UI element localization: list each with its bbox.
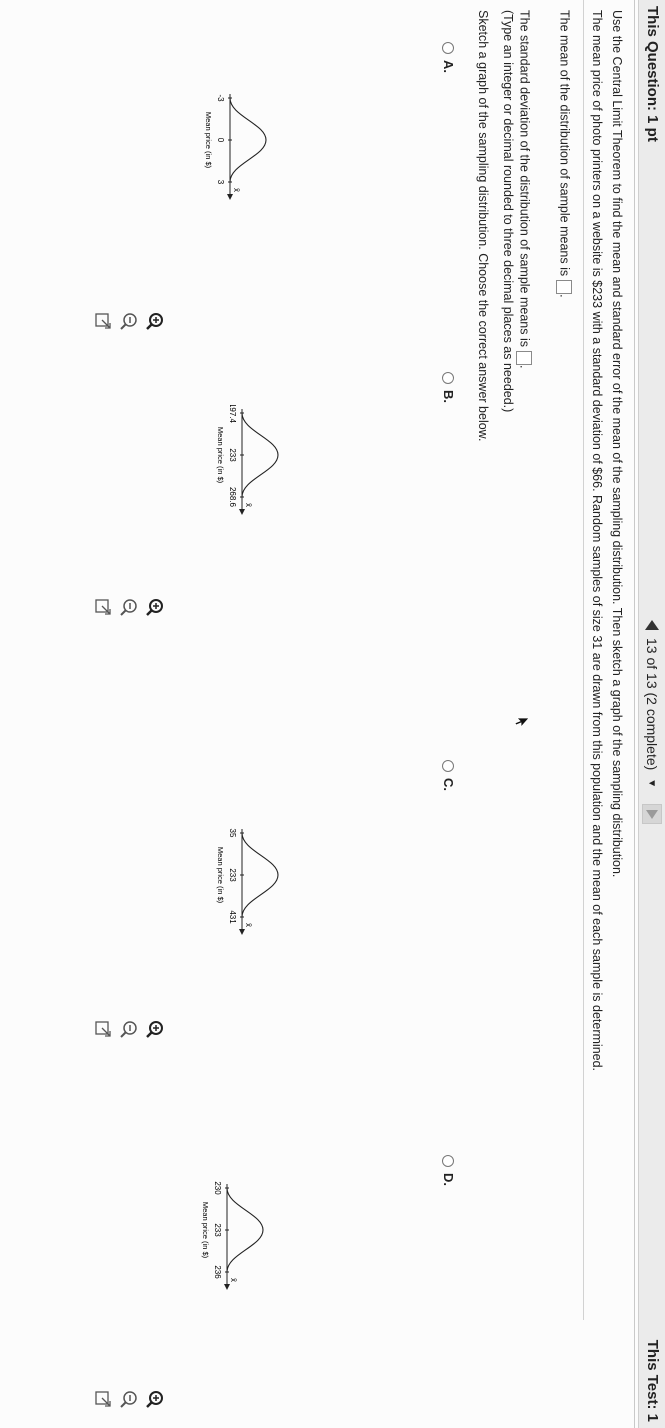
zoom-in-icon[interactable] — [146, 312, 164, 330]
test-points: This Test: 1 — [644, 1339, 661, 1422]
next-button[interactable] — [642, 804, 662, 825]
zoom-out-icon[interactable] — [120, 1020, 138, 1038]
tick-label: 236 — [213, 1265, 222, 1279]
normal-curve — [241, 412, 279, 498]
tick-label: 233 — [228, 448, 237, 462]
axis-arrow-icon — [227, 194, 233, 200]
axis-label: Mean price (in $) — [201, 1202, 210, 1259]
zoom-in-icon[interactable] — [146, 598, 164, 616]
tick-label: 3 — [216, 180, 225, 185]
question-points: This Question: 1 pt — [644, 6, 661, 142]
popout-icon[interactable] — [94, 312, 112, 330]
sketch-prompt: Sketch a graph of the sampling distribut… — [476, 10, 490, 442]
header-bar: This Question: 1 pt 13 of 13 (2 complete… — [638, 0, 665, 1428]
normal-curve — [229, 97, 267, 183]
tick-label: 233 — [213, 1223, 222, 1237]
option-b[interactable]: B. — [441, 372, 456, 403]
prev-arrow-icon[interactable] — [645, 620, 659, 630]
tick-label: 431 — [228, 910, 237, 924]
option-c-tools — [94, 1020, 164, 1038]
zoom-out-icon[interactable] — [120, 598, 138, 616]
axis-arrow-icon — [239, 509, 245, 515]
option-a-graph: -3 0 3 x̄ Mean price (in $) — [202, 90, 272, 200]
mean-answer-input[interactable] — [556, 280, 572, 295]
radio-button-icon[interactable] — [442, 760, 455, 772]
option-a[interactable]: A. — [441, 42, 456, 73]
x-bar-symbol: x̄ — [229, 1278, 238, 1282]
dropdown-arrow-icon[interactable]: ▼ — [647, 778, 658, 788]
tick-label: 268.6 — [228, 487, 237, 508]
axis-label: Mean price (in $) — [216, 427, 225, 484]
popout-icon[interactable] — [94, 1390, 112, 1408]
tick-label: 230 — [213, 1181, 222, 1195]
mouse-cursor-icon — [514, 717, 530, 729]
option-d-letter: D. — [441, 1173, 456, 1186]
divider — [583, 0, 584, 1320]
sd-prompt: The standard deviation of the distributi… — [517, 10, 532, 347]
zoom-out-icon[interactable] — [120, 312, 138, 330]
progress-text: 13 of 13 (2 complete) — [644, 638, 660, 771]
mean-question: The mean of the distribution of sample m… — [556, 10, 572, 298]
tick-label: 35 — [228, 829, 237, 838]
axis-arrow-icon — [239, 929, 245, 935]
question-given: The mean price of photo printers on a we… — [590, 10, 604, 1072]
tick-label: -3 — [216, 94, 225, 102]
mean-prompt: The mean of the distribution of sample m… — [557, 10, 572, 277]
popout-icon[interactable] — [94, 598, 112, 616]
radio-button-icon[interactable] — [442, 372, 455, 384]
sd-note: (Type an integer or decimal rounded to t… — [501, 10, 515, 413]
zoom-in-icon[interactable] — [146, 1020, 164, 1038]
tick-label: 197.4 — [228, 405, 237, 424]
option-b-graph: 197.4 233 268.6 x̄ Mean price (in $) — [214, 403, 284, 515]
question-intro: Use the Central Limit Theorem to find th… — [610, 10, 624, 878]
option-b-letter: B. — [441, 390, 456, 403]
option-d[interactable]: D. — [441, 1155, 456, 1186]
normal-curve — [226, 1187, 264, 1273]
x-bar-symbol: x̄ — [244, 923, 253, 927]
x-bar-symbol: x̄ — [232, 188, 241, 192]
x-bar-symbol: x̄ — [244, 503, 253, 507]
radio-button-icon[interactable] — [442, 1155, 455, 1167]
tick-label: 0 — [216, 138, 225, 143]
zoom-out-icon[interactable] — [120, 1390, 138, 1408]
axis-label: Mean price (in $) — [216, 847, 225, 904]
screen: This Question: 1 pt 13 of 13 (2 complete… — [0, 0, 665, 1428]
tick-label: 233 — [228, 868, 237, 882]
option-d-tools — [94, 1390, 164, 1408]
normal-curve — [241, 832, 279, 918]
question-panel: Use the Central Limit Theorem to find th… — [0, 0, 635, 1428]
option-c-graph: 35 233 431 x̄ Mean price (in $) — [214, 825, 284, 935]
option-c-letter: C. — [441, 778, 456, 791]
option-c[interactable]: C. — [441, 760, 456, 791]
zoom-in-icon[interactable] — [146, 1390, 164, 1408]
option-a-tools — [94, 312, 164, 330]
popout-icon[interactable] — [94, 1020, 112, 1038]
question-navigator: 13 of 13 (2 complete) ▼ — [642, 620, 662, 825]
option-b-tools — [94, 598, 164, 616]
axis-label: Mean price (in $) — [204, 112, 213, 169]
next-arrow-icon — [646, 809, 658, 819]
axis-arrow-icon — [224, 1284, 230, 1290]
option-a-letter: A. — [441, 60, 456, 73]
option-d-graph: 230 233 236 x̄ Mean price (in $) — [199, 1180, 269, 1290]
sd-answer-input[interactable] — [516, 351, 532, 365]
radio-button-icon[interactable] — [442, 42, 455, 54]
sd-question: The standard deviation of the distributi… — [516, 10, 532, 369]
